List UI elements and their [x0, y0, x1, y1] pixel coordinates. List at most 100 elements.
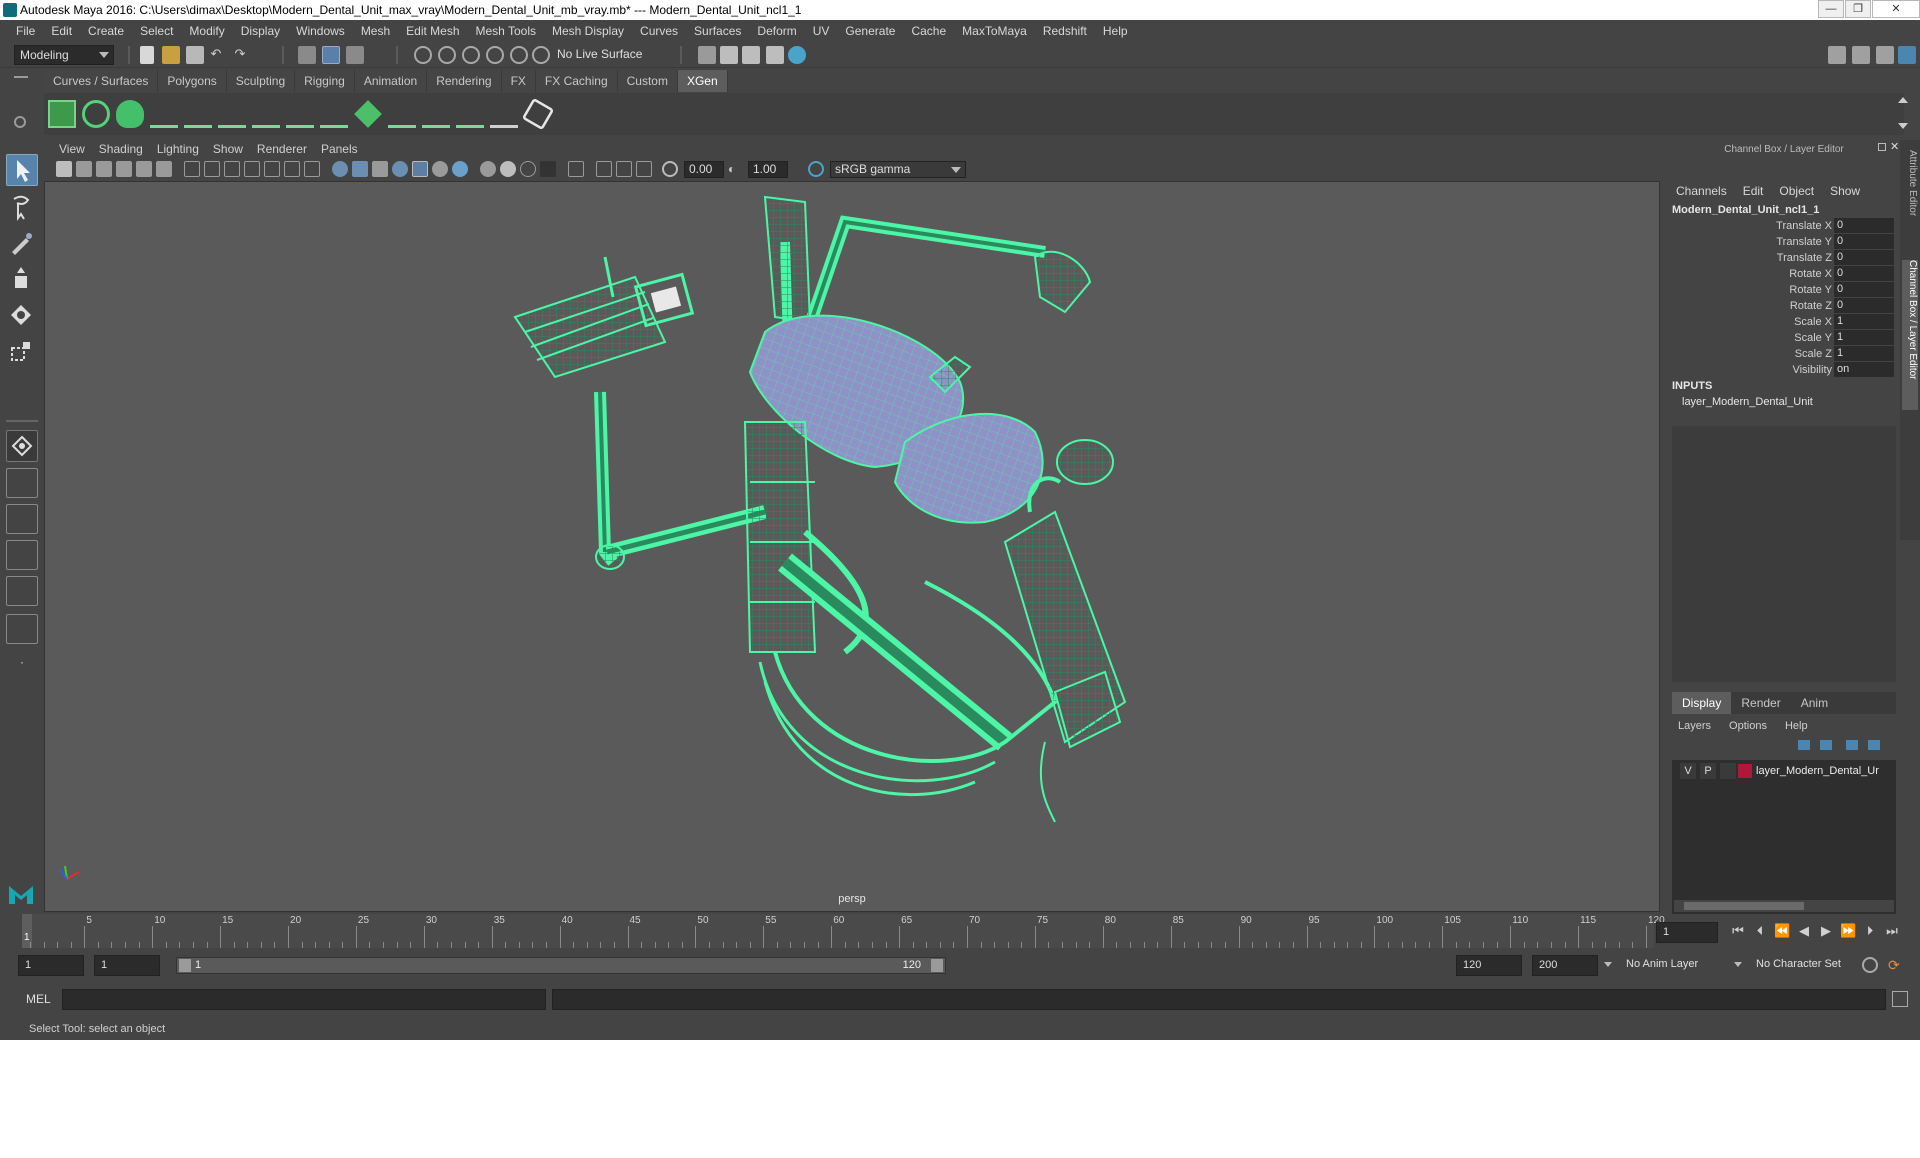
viewport-menu-view[interactable]: View	[52, 142, 92, 156]
attr-value[interactable]: 1	[1834, 314, 1894, 329]
bookmarks-icon[interactable]	[96, 161, 112, 177]
menu-edit[interactable]: Edit	[43, 20, 80, 42]
snap-surface-icon[interactable]	[510, 46, 528, 64]
select-hierarchy-icon[interactable]	[298, 46, 316, 64]
persp-viewport[interactable]: persp	[44, 181, 1660, 912]
select-tool-icon[interactable]	[6, 154, 38, 186]
xgen-snap-icon[interactable]	[388, 100, 416, 128]
attr-value[interactable]: 0	[1834, 218, 1894, 233]
select-camera-icon[interactable]	[56, 161, 72, 177]
command-language[interactable]: MEL	[26, 992, 51, 1006]
layout-more-icon[interactable]: ·	[6, 654, 38, 678]
attr-value[interactable]: 0	[1834, 266, 1894, 281]
shelf-tab-rigging[interactable]: Rigging	[295, 70, 355, 92]
character-set-dropdown[interactable]: No Character Set	[1750, 955, 1870, 976]
attr-value[interactable]: 0	[1834, 298, 1894, 313]
xray-icon[interactable]	[412, 161, 428, 177]
start-time-field[interactable]: 1	[18, 955, 84, 976]
layer-tab-anim[interactable]: Anim	[1791, 692, 1838, 714]
backface-icon[interactable]	[636, 161, 652, 177]
color-space-dropdown[interactable]: sRGB gamma	[830, 161, 966, 178]
menu-mesh-tools[interactable]: Mesh Tools	[468, 20, 544, 42]
menuset-dropdown[interactable]: Modeling	[14, 45, 114, 65]
film-gate-icon[interactable]	[204, 161, 220, 177]
range-end-handle[interactable]	[931, 959, 943, 972]
tool-settings-icon[interactable]	[1876, 46, 1894, 64]
snap-curve-icon[interactable]	[438, 46, 456, 64]
layout-four-view-icon[interactable]	[6, 468, 38, 498]
layer-playback-toggle[interactable]: P	[1700, 763, 1716, 779]
motion-blur-icon[interactable]	[520, 161, 536, 177]
close-panel-icon[interactable]: ✕	[1890, 140, 1899, 153]
shelf-tab-polygons[interactable]: Polygons	[158, 70, 227, 92]
viewport-menu-panels[interactable]: Panels	[314, 142, 365, 156]
scale-tool-icon[interactable]	[6, 336, 38, 368]
screen-space-ao-icon[interactable]	[500, 161, 516, 177]
chevron-down-icon[interactable]	[1734, 962, 1742, 967]
attr-rotate-y[interactable]: Rotate Y0	[1668, 282, 1900, 298]
layout-persp-outliner-icon[interactable]	[6, 504, 38, 534]
xgen-hex-icon[interactable]	[521, 97, 555, 131]
move-layer-up-icon[interactable]	[1798, 740, 1810, 750]
attr-value[interactable]: 0	[1834, 234, 1894, 249]
attr-translate-x[interactable]: Translate X0	[1668, 218, 1900, 234]
viewport-menu-renderer[interactable]: Renderer	[250, 142, 314, 156]
layout-two-view-icon[interactable]	[6, 576, 38, 606]
menu-generate[interactable]: Generate	[837, 20, 903, 42]
snap-point-icon[interactable]	[462, 46, 480, 64]
shelf-tab-custom[interactable]: Custom	[617, 70, 678, 92]
menu-mesh-display[interactable]: Mesh Display	[544, 20, 632, 42]
input-node[interactable]: layer_Modern_Dental_Unit	[1682, 396, 1813, 408]
auto-key-icon[interactable]: ⟳	[1888, 957, 1904, 973]
xgen-rebuild-icon[interactable]	[422, 100, 450, 128]
xgen-sculpt-icon[interactable]	[252, 100, 280, 128]
xgen-interactive-groom-icon[interactable]	[490, 100, 518, 128]
play-backwards-icon[interactable]: ◀	[1796, 923, 1812, 939]
side-tab-channel-box[interactable]: Channel Box / Layer Editor	[1902, 260, 1918, 410]
menu-deform[interactable]: Deform	[749, 20, 804, 42]
xgen-move-guides-icon[interactable]	[184, 100, 212, 128]
step-back-frame-icon[interactable]: ⏴	[1752, 923, 1768, 939]
dental-unit-wireframe[interactable]	[45, 182, 1660, 912]
xgen-add-guides-icon[interactable]	[150, 100, 178, 128]
shadows-icon[interactable]	[480, 161, 496, 177]
default-material-icon[interactable]	[372, 161, 388, 177]
attr-value[interactable]: 1	[1834, 346, 1894, 361]
playback-start-field[interactable]: 1	[94, 955, 160, 976]
scroll-down-icon[interactable]	[1898, 123, 1908, 129]
minimize-button[interactable]: —	[1818, 0, 1844, 18]
shelf-tab-fx[interactable]: FX	[501, 70, 536, 92]
undo-icon[interactable]: ↶	[208, 46, 224, 62]
channel-box-toggle-icon[interactable]	[1898, 46, 1916, 64]
attr-scale-y[interactable]: Scale Y1	[1668, 330, 1900, 346]
cb-menu-edit[interactable]: Edit	[1743, 184, 1764, 198]
field-chart-icon[interactable]	[264, 161, 280, 177]
xgen-lock-icon[interactable]	[286, 100, 314, 128]
menu-select[interactable]: Select	[132, 20, 181, 42]
step-forward-frame-icon[interactable]: ⏵	[1862, 923, 1878, 939]
last-tool-icon[interactable]	[6, 430, 38, 462]
attr-rotate-z[interactable]: Rotate Z0	[1668, 298, 1900, 314]
save-scene-icon[interactable]	[186, 46, 204, 64]
move-layer-down-icon[interactable]	[1820, 740, 1832, 750]
safe-action-icon[interactable]	[284, 161, 300, 177]
wireframe-on-shaded-icon[interactable]	[392, 161, 408, 177]
hypershade-icon[interactable]	[788, 46, 806, 64]
lasso-tool-icon[interactable]	[6, 192, 38, 224]
use-lights-icon[interactable]	[452, 161, 468, 177]
modeling-toolkit-icon[interactable]	[1828, 46, 1846, 64]
grid-toggle-icon[interactable]	[184, 161, 200, 177]
snap-view-icon[interactable]	[486, 46, 504, 64]
layer-row[interactable]: V P layer_Modern_Dental_Ur	[1672, 762, 1896, 780]
go-to-end-icon[interactable]: ⏭	[1884, 923, 1900, 939]
attr-value[interactable]: 0	[1834, 282, 1894, 297]
layer-display-type-toggle[interactable]	[1720, 763, 1736, 779]
attr-value[interactable]: 1	[1834, 330, 1894, 345]
shelf-tab-xgen[interactable]: XGen	[677, 70, 728, 92]
layer-color-swatch[interactable]	[1738, 764, 1752, 778]
gamma-field[interactable]: 1.00	[748, 161, 788, 178]
attr-visibility[interactable]: Visibility on	[1668, 362, 1900, 378]
menu-create[interactable]: Create	[80, 20, 132, 42]
select-component-icon[interactable]	[346, 46, 364, 64]
attribute-editor-toggle-icon[interactable]	[1852, 46, 1870, 64]
